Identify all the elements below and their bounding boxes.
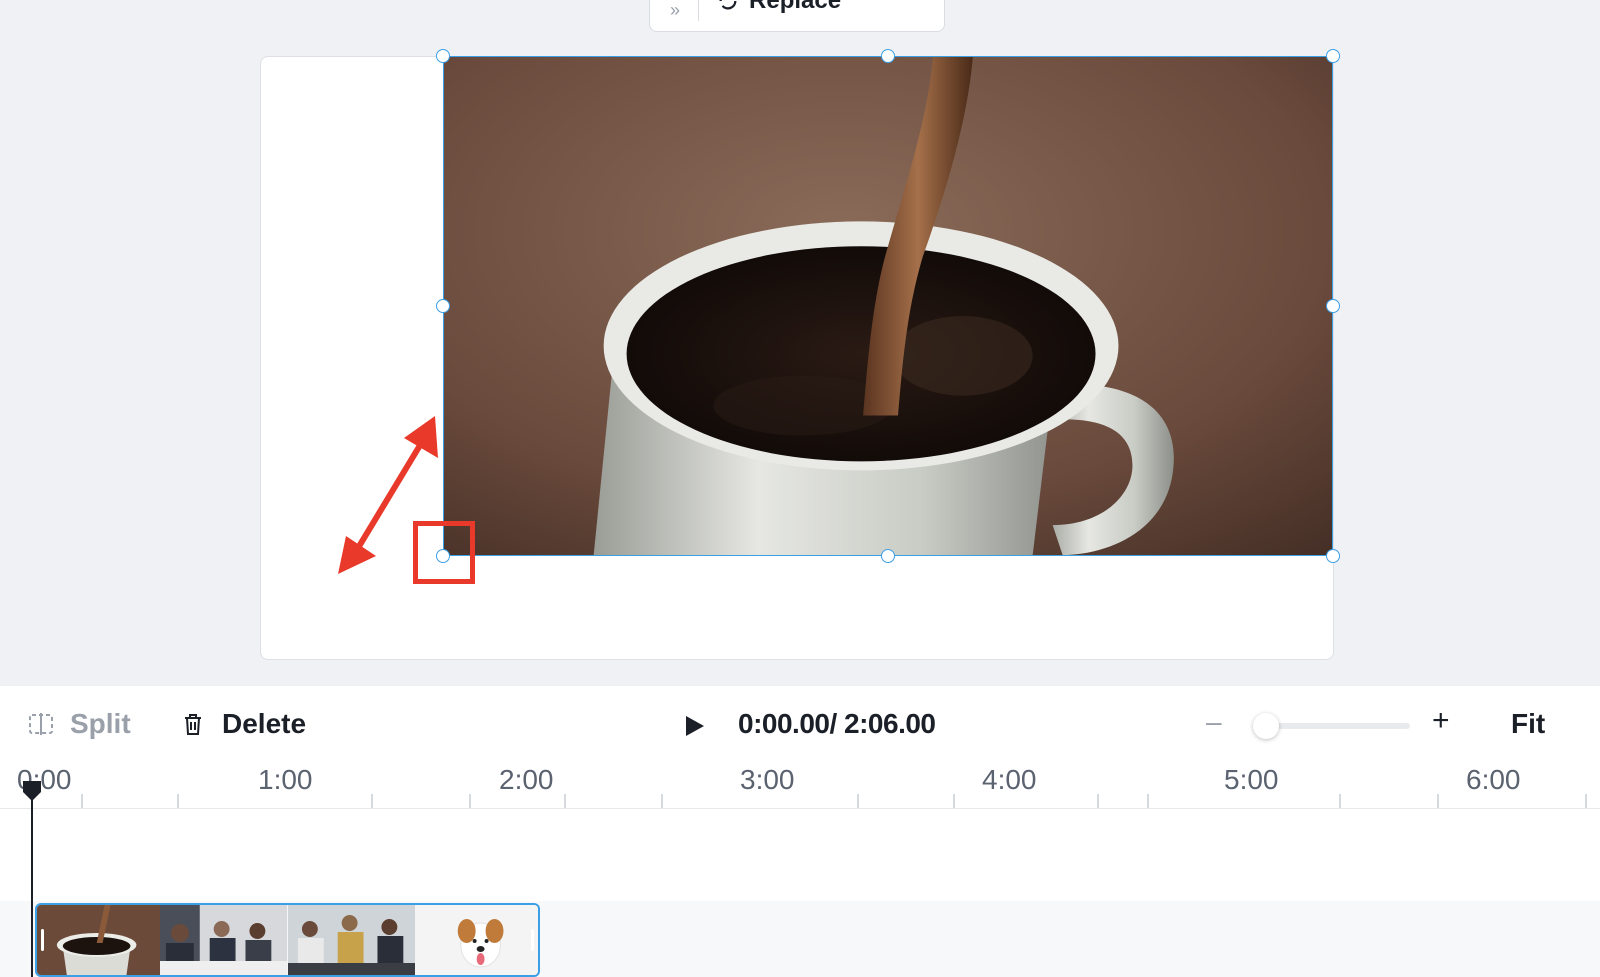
replace-icon (719, 0, 737, 10)
zoom-slider-track[interactable] (1258, 723, 1410, 729)
ruler-label: 4:00 (982, 764, 1037, 795)
timeline-controls: Split Delete 0:00.00/ 2:06.00 – + Fit (0, 686, 1600, 764)
ruler-label: 6:00 (1466, 764, 1521, 795)
resize-direction-arrow-icon (338, 416, 438, 574)
timeline-ruler[interactable]: 0:00 1:00 2:00 3:00 4:00 5:00 6:00 (0, 764, 1600, 808)
resize-handle-top[interactable] (881, 49, 895, 63)
ruler-baseline (0, 808, 1600, 809)
timeline-editor: Split Delete 0:00.00/ 2:06.00 – + Fit 0:… (0, 686, 1600, 977)
split-label: Split (70, 708, 131, 739)
ruler-label: 1:00 (258, 764, 313, 795)
delete-label: Delete (222, 708, 307, 739)
playhead-line[interactable] (31, 790, 33, 977)
split-icon (29, 713, 53, 735)
clip-thumbnail-coffee (37, 905, 161, 975)
fit-button[interactable]: Fit (1511, 708, 1545, 740)
clip-trim-handle-right[interactable] (531, 929, 534, 951)
time-readout: 0:00.00/ 2:06.00 (738, 708, 936, 739)
video-frame[interactable] (443, 56, 1333, 556)
ruler-label: 3:00 (740, 764, 795, 795)
floating-toolbar: » Replace (649, 0, 945, 32)
clip-thumbnail-team (287, 905, 415, 975)
ruler-label: 5:00 (1224, 764, 1279, 795)
split-button[interactable]: Split (28, 708, 131, 740)
replace-button[interactable]: Replace (717, 0, 841, 15)
play-icon[interactable] (684, 714, 706, 738)
timeline-clip[interactable] (35, 903, 540, 977)
delete-button[interactable]: Delete (180, 708, 306, 740)
ruler-label: 2:00 (499, 764, 554, 795)
zoom-in-button[interactable]: + (1432, 704, 1450, 738)
resize-handle-top-left[interactable] (436, 49, 450, 63)
coffee-cup-image (444, 57, 1332, 555)
reorder-icon[interactable]: » (670, 0, 680, 21)
resize-handle-bottom[interactable] (881, 549, 895, 563)
clip-thumbnail-puppy (414, 905, 538, 975)
clip-thumbnail-meeting (160, 905, 288, 975)
ruler-ticks (81, 794, 1587, 808)
playhead-marker-icon[interactable] (22, 780, 42, 802)
zoom-out-button[interactable]: – (1206, 706, 1222, 738)
resize-handle-right[interactable] (1326, 299, 1340, 313)
clip-trim-handle-left[interactable] (41, 929, 44, 951)
toolbar-divider (698, 0, 700, 21)
replace-label: Replace (749, 0, 842, 14)
trash-icon (185, 714, 201, 735)
zoom-slider-knob[interactable] (1253, 713, 1279, 739)
resize-handle-top-right[interactable] (1326, 49, 1340, 63)
resize-handle-left[interactable] (436, 299, 450, 313)
resize-handle-bottom-right[interactable] (1326, 549, 1340, 563)
